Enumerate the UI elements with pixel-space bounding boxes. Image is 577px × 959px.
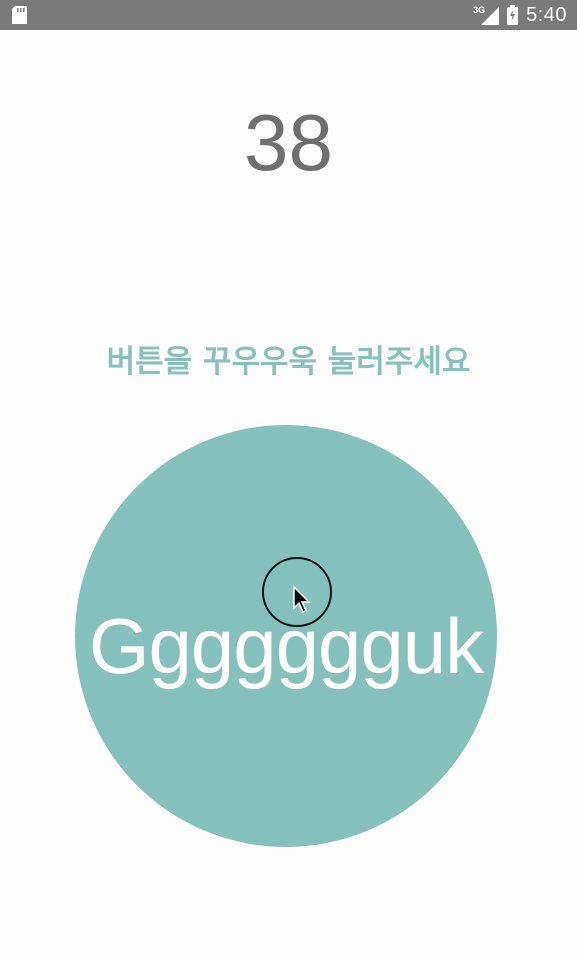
status-clock: 5:40 [526, 3, 567, 26]
sd-card-icon [12, 6, 27, 24]
status-icons: 3G 5:40 [473, 4, 567, 27]
signal-icon: 3G [473, 5, 500, 25]
press-button[interactable]: Ggggggguk [75, 425, 497, 847]
press-counter: 38 [244, 98, 333, 187]
battery-charging-icon [507, 5, 519, 25]
app-screen: 3G 5:40 38 버튼을 꾸우우욱 눌러주세요 Ggggggguk [0, 0, 577, 959]
instruction-text: 버튼을 꾸우우욱 눌러주세요 [106, 344, 471, 380]
cursor-icon [292, 585, 314, 618]
status-bar: 3G 5:40 [0, 0, 577, 30]
